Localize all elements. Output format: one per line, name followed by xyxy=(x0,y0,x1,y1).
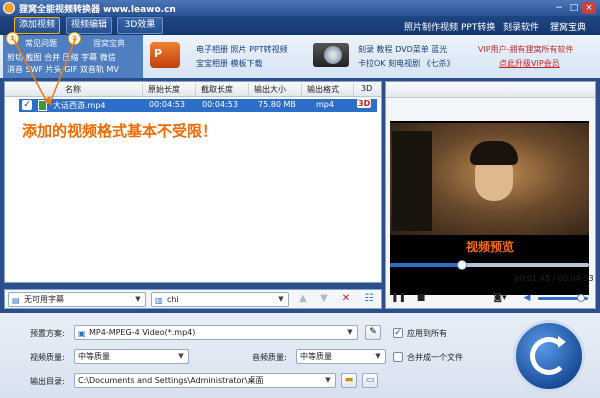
preview-header xyxy=(386,82,595,98)
convert-button[interactable] xyxy=(513,320,585,392)
output-dir-label: 输出目录: xyxy=(30,377,65,386)
chevron-down-icon: ▼ xyxy=(347,328,353,336)
wrench-icon: ✎ xyxy=(369,327,377,337)
output-dir-value: C:\Documents and Settings\Administrator\… xyxy=(78,376,264,385)
move-up-icon[interactable]: ▲ xyxy=(296,292,310,306)
audio-icon: ▥ xyxy=(155,296,163,305)
apply-all-label: 应用到所有 xyxy=(407,329,447,338)
delete-icon[interactable]: ✕ xyxy=(339,292,353,306)
volume-handle[interactable] xyxy=(576,294,585,302)
video-quality-label: 视频质量: xyxy=(30,353,65,362)
chevron-down-icon: ▼ xyxy=(178,352,184,360)
merge-checkbox[interactable] xyxy=(393,352,403,362)
video-quality-select[interactable]: 中等质量 ▼ xyxy=(74,349,189,364)
chevron-down-icon: ▼ xyxy=(278,295,284,303)
preset-select[interactable]: ▣ MP4-MPEG-4 Video(*.mp4) ▼ xyxy=(74,325,358,340)
audio-quality-select[interactable]: 中等质量 ▼ xyxy=(296,349,386,364)
chevron-down-icon: ▼ xyxy=(325,376,331,384)
player-controls: ❚❚ ■ ◙▾ ◀ xyxy=(386,288,595,308)
preset-label: 预置方案: xyxy=(30,329,65,338)
browse-folder-button[interactable]: ▬ xyxy=(341,373,357,388)
preset-value: MP4-MPEG-4 Video(*.mp4) xyxy=(89,328,196,337)
folder-icon: ▬ xyxy=(344,375,354,385)
subtitle-icon: ▤ xyxy=(12,296,20,305)
audio-quality-label: 音频质量: xyxy=(252,353,287,362)
list-settings-icon[interactable]: ☷ xyxy=(362,292,376,306)
open-folder-icon: ▭ xyxy=(365,375,375,385)
volume-icon[interactable]: ◀ xyxy=(520,291,534,305)
merge-label: 合并成一个文件 xyxy=(407,353,463,362)
preview-label: 视频预览 xyxy=(466,240,515,254)
audio-quality-value: 中等质量 xyxy=(300,352,332,361)
volume-slider[interactable] xyxy=(538,294,588,302)
time-readout: 00:01:45 / 00:04:53 xyxy=(514,274,594,283)
seek-bar[interactable] xyxy=(390,260,589,270)
chevron-down-icon: ▼ xyxy=(375,352,381,360)
move-down-icon[interactable]: ▼ xyxy=(317,292,331,306)
pause-icon[interactable]: ❚❚ xyxy=(391,291,406,305)
stop-icon[interactable]: ■ xyxy=(414,291,428,305)
audio-track-value: chi xyxy=(167,295,179,304)
video-frame xyxy=(390,123,589,235)
video-screen[interactable]: 视频预览 xyxy=(390,121,589,295)
seek-handle[interactable] xyxy=(456,260,467,270)
open-folder-button[interactable]: ▭ xyxy=(362,373,378,388)
apply-all-checkbox[interactable]: ✓ xyxy=(393,328,403,338)
subtitle-select[interactable]: ▤ 无可用字幕 ▼ xyxy=(8,292,146,307)
preset-settings-button[interactable]: ✎ xyxy=(365,325,381,340)
settings-area: 预置方案: ▣ MP4-MPEG-4 Video(*.mp4) ▼ ✎ ✓ 应用… xyxy=(0,313,600,398)
subtitle-value: 无可用字幕 xyxy=(24,295,64,304)
chevron-down-icon: ▼ xyxy=(135,295,141,303)
audio-track-select[interactable]: ▥ chi ▼ xyxy=(151,292,289,307)
current-time: 00:01:45 xyxy=(514,274,550,283)
output-dir-field[interactable]: C:\Documents and Settings\Administrator\… xyxy=(74,373,336,388)
format-icon: ▣ xyxy=(78,329,86,338)
list-toolbar: ▤ 无可用字幕 ▼ ▥ chi ▼ ▲ ▼ ✕ ☷ xyxy=(4,289,382,309)
video-quality-value: 中等质量 xyxy=(78,352,110,361)
seek-bar-fill xyxy=(390,263,462,267)
snapshot-camera-icon[interactable]: ◙▾ xyxy=(490,291,510,305)
total-time: 00:04:53 xyxy=(557,274,594,283)
video-preview-panel: 视频预览 00:01:45 / 00:04:53 ❚❚ ■ ◙▾ ◀ xyxy=(385,81,596,309)
